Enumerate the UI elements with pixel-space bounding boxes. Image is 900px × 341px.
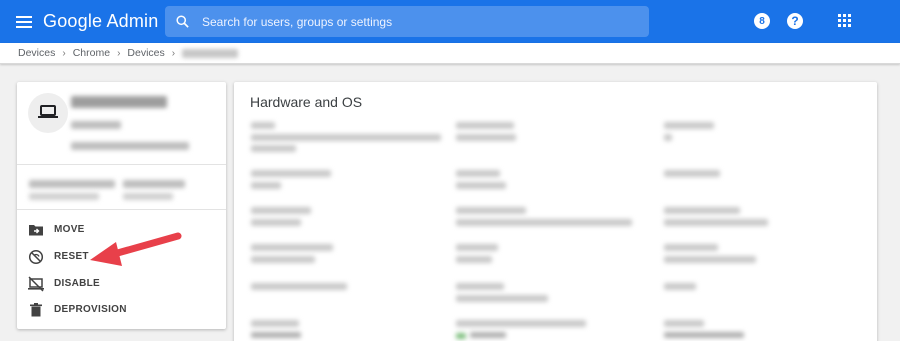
chevron-right-icon: ›: [117, 47, 121, 59]
field-value-redacted: [251, 219, 301, 226]
breadcrumb-chrome[interactable]: Chrome: [73, 47, 110, 59]
top-app-bar: Google Admin 8 ?: [0, 0, 900, 43]
apps-grid-icon[interactable]: [837, 13, 853, 29]
menu-icon-line: [16, 26, 32, 28]
search-icon: [176, 15, 189, 28]
info-redacted-2: [123, 180, 185, 188]
field-label-redacted: [664, 170, 720, 177]
disable-icon: [28, 276, 44, 292]
field-value-redacted: [251, 256, 315, 263]
field-label-redacted: [251, 170, 331, 177]
status-indicator-redacted: [456, 333, 466, 339]
field-label-redacted: [456, 320, 586, 327]
field-label-redacted: [664, 320, 704, 327]
chevron-right-icon: ›: [62, 47, 66, 59]
field-label-redacted: [251, 283, 347, 290]
move-action-button[interactable]: MOVE: [17, 217, 226, 243]
field-label-redacted: [664, 283, 696, 290]
field-value-redacted: [251, 332, 301, 338]
info-redacted-1: [29, 180, 115, 188]
search-input[interactable]: [202, 6, 632, 37]
field-value-redacted: [251, 134, 441, 141]
menu-icon-line: [16, 16, 32, 18]
field-label-redacted: [251, 122, 275, 129]
breadcrumb: Devices › Chrome › Devices ›: [0, 43, 900, 64]
disable-label: DISABLE: [54, 278, 100, 289]
field-value-redacted: [456, 295, 548, 302]
breadcrumb-current-device-redacted: [182, 48, 239, 58]
info-redacted-3: [29, 193, 99, 200]
menu-icon-line: [16, 21, 32, 23]
field-value-redacted: [456, 182, 506, 189]
folder-move-icon: [29, 225, 43, 236]
device-serial-redacted: [71, 142, 189, 150]
deprovision-label: DEPROVISION: [54, 304, 127, 315]
field-value-redacted: [456, 256, 492, 263]
field-label-redacted: [664, 207, 740, 214]
move-label: MOVE: [54, 224, 85, 235]
info-redacted-4: [123, 193, 173, 200]
device-summary-card: MOVE RESET DISABLE DEPROVISION: [17, 82, 226, 329]
notifications-badge-icon[interactable]: 8: [754, 13, 770, 29]
field-value-redacted: [470, 332, 506, 338]
main-menu-button[interactable]: [14, 12, 34, 32]
field-value-redacted: [456, 219, 632, 226]
trash-icon: [30, 303, 42, 317]
field-value-redacted: [664, 134, 672, 141]
breadcrumb-devices[interactable]: Devices: [18, 47, 55, 59]
breadcrumb-chrome-devices[interactable]: Devices: [127, 47, 164, 59]
deprovision-action-button[interactable]: DEPROVISION: [17, 297, 226, 323]
field-label-redacted: [456, 122, 514, 129]
reset-icon: [28, 249, 44, 265]
field-label-redacted: [251, 320, 299, 327]
field-label-redacted: [251, 244, 333, 251]
search-bar[interactable]: [165, 6, 649, 37]
field-label-redacted: [456, 207, 526, 214]
hardware-os-card: Hardware and OS: [234, 82, 877, 341]
field-value-redacted: [456, 134, 516, 141]
disable-action-button[interactable]: DISABLE: [17, 271, 226, 297]
field-label-redacted: [664, 122, 714, 129]
field-value-redacted: [251, 145, 296, 152]
reset-label: RESET: [54, 251, 89, 262]
chevron-right-icon: ›: [171, 47, 176, 59]
help-icon[interactable]: ?: [787, 13, 803, 29]
field-value-redacted: [664, 256, 756, 263]
section-title: Hardware and OS: [250, 94, 363, 110]
field-label-redacted: [456, 170, 500, 177]
field-label-redacted: [456, 283, 504, 290]
field-value-redacted: [251, 182, 281, 189]
laptop-icon: [38, 105, 58, 118]
field-label-redacted: [664, 244, 718, 251]
app-logo-title[interactable]: Google Admin: [43, 11, 158, 32]
field-label-redacted: [456, 244, 498, 251]
field-value-redacted: [664, 332, 744, 338]
device-status-redacted: [71, 121, 121, 129]
device-avatar: [28, 93, 68, 133]
field-label-redacted: [251, 207, 311, 214]
device-info-row: [17, 166, 226, 210]
device-name-redacted: [71, 96, 167, 108]
field-value-redacted: [664, 219, 768, 226]
device-header: [17, 82, 226, 165]
reset-action-button[interactable]: RESET: [17, 244, 226, 270]
